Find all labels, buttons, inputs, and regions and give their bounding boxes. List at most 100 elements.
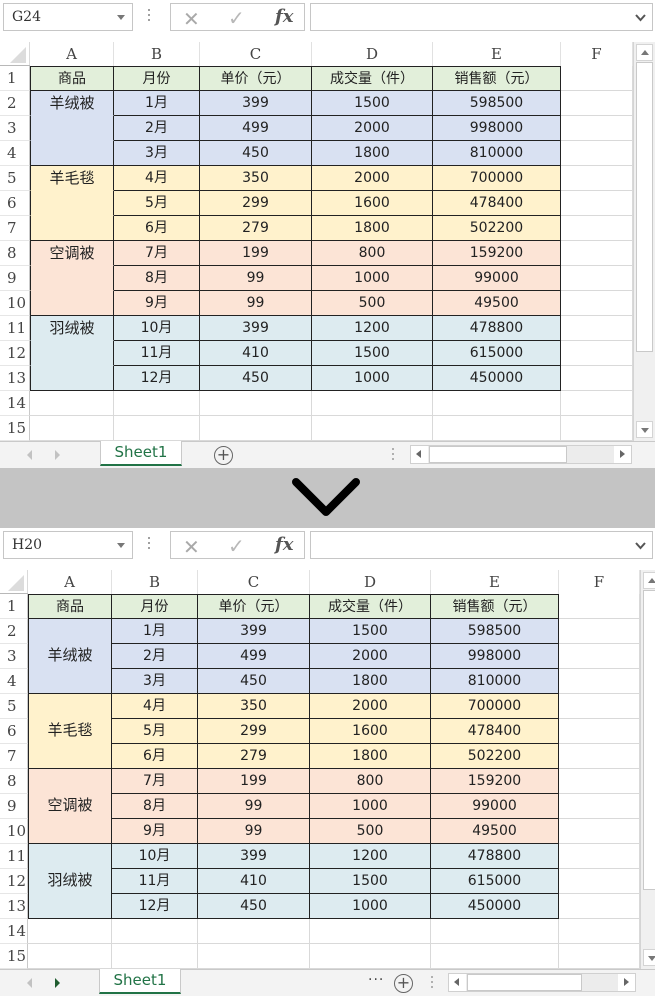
product-cell[interactable]: 羽绒被 (30, 316, 114, 341)
month-cell[interactable]: 7月 (112, 769, 198, 794)
cell-empty[interactable] (431, 919, 559, 944)
unit-price-cell[interactable]: 299 (198, 719, 310, 744)
volume-cell[interactable]: 2000 (312, 116, 433, 141)
month-cell[interactable]: 8月 (114, 266, 200, 291)
sales-cell[interactable]: 615000 (433, 341, 561, 366)
row-header-3[interactable]: 3 (0, 644, 28, 669)
unit-price-cell[interactable]: 450 (200, 141, 312, 166)
row-header-4[interactable]: 4 (0, 141, 30, 166)
column-header-a[interactable]: A (30, 42, 114, 66)
cell-empty[interactable] (200, 391, 312, 416)
confirm-icon[interactable]: ✓ (228, 6, 245, 30)
row-header-2[interactable]: 2 (0, 619, 28, 644)
name-box[interactable]: H20 (3, 531, 133, 559)
row-header-7[interactable]: 7 (0, 216, 30, 241)
volume-cell[interactable]: 1500 (312, 91, 433, 116)
cell-empty[interactable] (561, 391, 633, 416)
table-header-cell[interactable]: 成交量（件） (310, 594, 431, 619)
unit-price-cell[interactable]: 399 (200, 91, 312, 116)
sales-cell[interactable]: 810000 (431, 669, 559, 694)
next-sheet-icon[interactable] (55, 450, 60, 460)
horizontal-scroll-thumb[interactable] (429, 446, 567, 463)
vertical-scroll-thumb[interactable] (636, 62, 653, 352)
cell-empty[interactable] (198, 919, 310, 944)
column-header-c[interactable]: C (200, 42, 312, 66)
name-box[interactable]: G24 (3, 3, 133, 31)
cell-empty[interactable] (559, 844, 640, 869)
scroll-left-button[interactable] (449, 974, 466, 991)
unit-price-cell[interactable]: 450 (200, 366, 312, 391)
sales-cell[interactable]: 99000 (431, 794, 559, 819)
cell-empty[interactable] (561, 291, 633, 316)
cell-empty[interactable] (310, 919, 431, 944)
volume-cell[interactable]: 1000 (312, 266, 433, 291)
more-sheets-icon[interactable]: ··· (368, 972, 384, 988)
month-cell[interactable]: 7月 (114, 241, 200, 266)
cancel-icon[interactable]: ✕ (183, 535, 200, 559)
vertical-scroll-thumb[interactable] (643, 590, 655, 890)
sales-cell[interactable]: 998000 (433, 116, 561, 141)
scroll-up-button[interactable] (636, 44, 653, 61)
unit-price-cell[interactable]: 499 (200, 116, 312, 141)
volume-cell[interactable]: 1800 (312, 216, 433, 241)
column-header-d[interactable]: D (312, 42, 433, 66)
tab-split-handle[interactable] (392, 448, 394, 463)
month-cell[interactable]: 11月 (114, 341, 200, 366)
sales-cell[interactable]: 49500 (433, 291, 561, 316)
sales-cell[interactable]: 450000 (433, 366, 561, 391)
table-header-cell[interactable]: 单价（元） (200, 66, 312, 91)
table-header-cell[interactable]: 月份 (112, 594, 198, 619)
scroll-right-button[interactable] (618, 974, 635, 991)
sales-cell[interactable]: 478400 (433, 191, 561, 216)
month-cell[interactable]: 6月 (112, 744, 198, 769)
sales-cell[interactable]: 502200 (431, 744, 559, 769)
cell-empty[interactable] (114, 391, 200, 416)
cell-empty[interactable] (561, 216, 633, 241)
table-header-cell[interactable]: 销售额（元） (433, 66, 561, 91)
row-header-6[interactable]: 6 (0, 191, 30, 216)
cell-empty[interactable] (310, 944, 431, 969)
column-header-f[interactable]: F (559, 570, 640, 594)
vertical-scrollbar[interactable] (640, 570, 655, 969)
name-box-dropdown-icon[interactable] (117, 15, 125, 20)
product-cell-blank[interactable] (30, 191, 114, 216)
product-cell-merged[interactable]: 羊毛毯 (28, 694, 112, 769)
sales-cell[interactable]: 700000 (431, 694, 559, 719)
cell-empty[interactable] (561, 241, 633, 266)
unit-price-cell[interactable]: 450 (198, 669, 310, 694)
scroll-up-button[interactable] (643, 572, 655, 589)
select-all-corner[interactable] (0, 570, 28, 594)
sales-cell[interactable]: 478800 (433, 316, 561, 341)
row-header-4[interactable]: 4 (0, 669, 28, 694)
insert-function-icon[interactable]: fx (275, 6, 293, 27)
row-header-1[interactable]: 1 (0, 66, 30, 91)
cell-empty[interactable] (30, 416, 114, 441)
product-cell-blank[interactable] (30, 216, 114, 241)
formula-input[interactable] (310, 3, 653, 31)
cell-empty[interactable] (561, 366, 633, 391)
cancel-icon[interactable]: ✕ (183, 7, 200, 31)
cell-empty[interactable] (559, 619, 640, 644)
month-cell[interactable]: 11月 (112, 869, 198, 894)
unit-price-cell[interactable]: 99 (200, 291, 312, 316)
row-header-13[interactable]: 13 (0, 366, 30, 391)
sales-cell[interactable]: 598500 (433, 91, 561, 116)
month-cell[interactable]: 4月 (112, 694, 198, 719)
sales-cell[interactable]: 615000 (431, 869, 559, 894)
row-header-2[interactable]: 2 (0, 91, 30, 116)
unit-price-cell[interactable]: 350 (200, 166, 312, 191)
month-cell[interactable]: 5月 (112, 719, 198, 744)
cell-empty[interactable] (112, 944, 198, 969)
cell-empty[interactable] (114, 416, 200, 441)
cell-empty[interactable] (559, 719, 640, 744)
volume-cell[interactable]: 800 (310, 769, 431, 794)
volume-cell[interactable]: 1800 (310, 744, 431, 769)
month-cell[interactable]: 1月 (112, 619, 198, 644)
unit-price-cell[interactable]: 279 (200, 216, 312, 241)
table-header-cell[interactable]: 单价（元） (198, 594, 310, 619)
sales-cell[interactable]: 99000 (433, 266, 561, 291)
sales-cell[interactable]: 159200 (431, 769, 559, 794)
cell-empty[interactable] (559, 769, 640, 794)
volume-cell[interactable]: 1500 (312, 341, 433, 366)
row-header-10[interactable]: 10 (0, 291, 30, 316)
